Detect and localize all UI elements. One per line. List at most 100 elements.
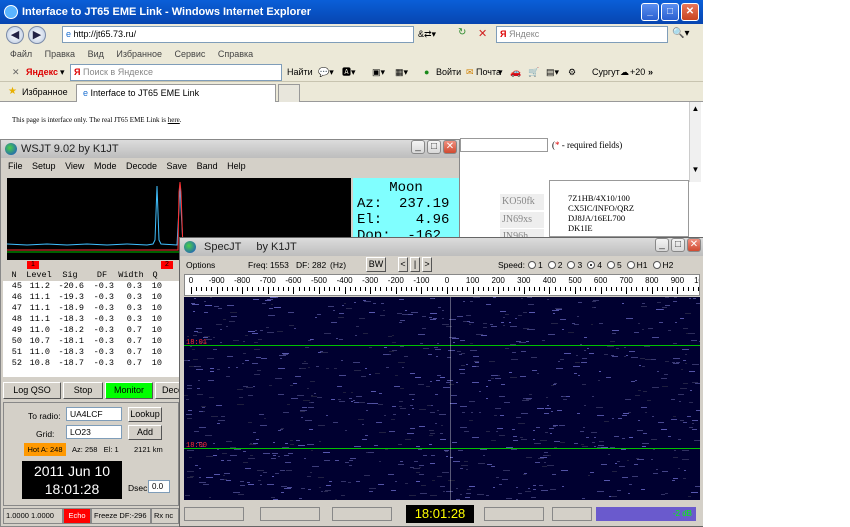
- table-cell: 50: [11, 336, 22, 346]
- grid-input[interactable]: LO23: [66, 425, 122, 439]
- compat-icon[interactable]: &⇄▾: [418, 29, 436, 40]
- dsec-input[interactable]: 0.0: [148, 480, 170, 493]
- apps-icon[interactable]: ▤▾: [546, 62, 559, 82]
- speed-radio-h2[interactable]: H2: [652, 257, 673, 273]
- wsjt-menu-help[interactable]: Help: [227, 161, 246, 171]
- wsjt-menu-decode[interactable]: Decode: [126, 161, 157, 171]
- refresh-icon[interactable]: ↻: [458, 27, 472, 41]
- speed-radio-h1[interactable]: H1: [626, 257, 648, 273]
- callsign-item[interactable]: CX5IC/INFO/QRZ: [568, 203, 688, 213]
- callsign-list[interactable]: 7Z1HB/4X10/100 CX5IC/INFO/QRZ DJ8JA/16EL…: [549, 180, 689, 237]
- decode-button[interactable]: Deco: [155, 382, 181, 399]
- callsign-item[interactable]: DJ8JA/16EL700: [568, 213, 688, 223]
- add-button[interactable]: Add: [128, 425, 162, 440]
- speed-radio-5[interactable]: 5: [606, 257, 622, 273]
- waterfall-pixel: [196, 369, 203, 370]
- maximize-button[interactable]: □: [661, 3, 679, 21]
- speed-radio-label: 4: [597, 260, 602, 270]
- favorites-button[interactable]: Избранное: [22, 87, 68, 97]
- wsjt-close-button[interactable]: ✕: [443, 140, 457, 154]
- waterfall-pixel: [580, 431, 584, 432]
- wsjt-menu-setup[interactable]: Setup: [32, 161, 56, 171]
- callsign-item[interactable]: 7Z1HB/4X10/100: [568, 193, 688, 203]
- settings-icon[interactable]: ⚙: [568, 62, 576, 82]
- bookmark-icon[interactable]: ▣▾: [372, 62, 385, 82]
- tab-active[interactable]: e Interface to JT65 EME Link: [76, 84, 276, 102]
- yandex-logo[interactable]: Яндекс: [26, 62, 58, 82]
- back-button[interactable]: ◀: [6, 26, 24, 44]
- table-row[interactable]: 45 11.2 -20.6 -0.3 0.3 10: [3, 281, 179, 292]
- monitor-button[interactable]: Monitor: [105, 382, 153, 399]
- scroll-up-icon[interactable]: ▲: [690, 104, 701, 113]
- find-button[interactable]: Найти: [287, 62, 313, 82]
- waterfall-display[interactable]: 18:01 18:00: [184, 297, 700, 500]
- wsjt-menu-mode[interactable]: Mode: [94, 161, 117, 171]
- new-tab-button[interactable]: [278, 84, 300, 102]
- options-menu[interactable]: Options: [186, 257, 215, 273]
- specjt-maximize-button[interactable]: □: [671, 238, 685, 252]
- car-icon[interactable]: 🚗: [510, 62, 521, 82]
- menu-view[interactable]: Вид: [88, 49, 104, 59]
- bw-button[interactable]: BW: [366, 257, 386, 272]
- market-icon[interactable]: 🛒: [528, 62, 539, 82]
- speech-icon[interactable]: 💬▾: [318, 62, 334, 82]
- scroll-down-icon[interactable]: ▼: [690, 165, 701, 174]
- wsjt-minimize-button[interactable]: _: [411, 140, 425, 154]
- search-go-icon[interactable]: 🔍▾: [672, 28, 689, 39]
- yandex-search-input[interactable]: Я Поиск в Яндексе: [70, 64, 282, 81]
- wsjt-maximize-button[interactable]: □: [427, 140, 441, 154]
- table-row[interactable]: 51 11.0 -18.3 -0.3 0.7 10: [3, 347, 179, 358]
- table-row[interactable]: 47 11.1 -18.9 -0.3 0.3 10: [3, 303, 179, 314]
- wsjt-menu-view[interactable]: View: [65, 161, 84, 171]
- nav-right-button[interactable]: >: [422, 257, 432, 272]
- menu-edit[interactable]: Правка: [45, 49, 75, 59]
- translate-icon[interactable]: 🅰▾: [342, 62, 356, 82]
- forward-button[interactable]: ▶: [28, 26, 46, 44]
- table-row[interactable]: 48 11.1 -18.3 -0.3 0.3 10: [3, 314, 179, 325]
- specjt-close-button[interactable]: ✕: [687, 238, 701, 252]
- lookup-button[interactable]: Lookup: [128, 407, 162, 422]
- menu-help[interactable]: Справка: [218, 49, 253, 59]
- callsign-item[interactable]: DK1IE: [568, 223, 688, 233]
- waterfall-pixel: [307, 476, 311, 477]
- toolbar-close-icon[interactable]: ✕: [12, 62, 20, 82]
- menu-file[interactable]: Файл: [10, 49, 32, 59]
- speed-radio-4[interactable]: 4: [587, 257, 602, 273]
- wsjt-menu-band[interactable]: Band: [197, 161, 218, 171]
- form-input[interactable]: [460, 138, 548, 152]
- menu-favorites[interactable]: Избранное: [116, 49, 162, 59]
- axis-tick: [206, 287, 208, 291]
- toolbar-more-icon[interactable]: »: [648, 62, 653, 82]
- to-radio-input[interactable]: UA4LCF: [66, 407, 122, 421]
- speed-radio-2[interactable]: 2: [547, 257, 562, 273]
- nav-center-button[interactable]: |: [410, 257, 420, 272]
- waterfall-pixel: [339, 401, 345, 402]
- log-qso-button[interactable]: Log QSO: [3, 382, 61, 399]
- menu-tools[interactable]: Сервис: [175, 49, 206, 59]
- weather-city[interactable]: Сургут: [592, 62, 620, 82]
- address-field[interactable]: e http://jt65.73.ru/: [62, 26, 414, 43]
- close-button[interactable]: ✕: [681, 3, 699, 21]
- nav-left-button[interactable]: <: [398, 257, 408, 272]
- minimize-button[interactable]: _: [641, 3, 659, 21]
- waterfall-pixel: [281, 428, 284, 429]
- speed-radio-1[interactable]: 1: [528, 257, 543, 273]
- grid-icon[interactable]: ▦▾: [395, 62, 408, 82]
- ie-search-field[interactable]: Я Яндекс: [496, 26, 668, 43]
- specjt-minimize-button[interactable]: _: [655, 238, 669, 252]
- table-row[interactable]: 50 10.7 -18.1 -0.3 0.7 10: [3, 336, 179, 347]
- favorites-star-icon[interactable]: ★: [8, 86, 17, 97]
- here-link[interactable]: here: [168, 116, 180, 124]
- page-scrollbar[interactable]: ▲ ▼: [689, 102, 701, 182]
- wsjt-menu-save[interactable]: Save: [167, 161, 188, 171]
- stop-icon[interactable]: ✕: [478, 27, 492, 41]
- waterfall-pixel: [691, 492, 698, 493]
- wsjt-menu-file[interactable]: File: [8, 161, 23, 171]
- table-row[interactable]: 52 10.8 -18.7 -0.3 0.7 10: [3, 358, 179, 369]
- table-row[interactable]: 49 11.0 -18.2 -0.3 0.7 10: [3, 325, 179, 336]
- speed-radio-3[interactable]: 3: [567, 257, 582, 273]
- waterfall-pixel: [289, 325, 294, 326]
- stop-button[interactable]: Stop: [63, 382, 103, 399]
- table-row[interactable]: 46 11.1 -19.3 -0.3 0.3 10: [3, 292, 179, 303]
- login-link[interactable]: Войти: [436, 62, 461, 82]
